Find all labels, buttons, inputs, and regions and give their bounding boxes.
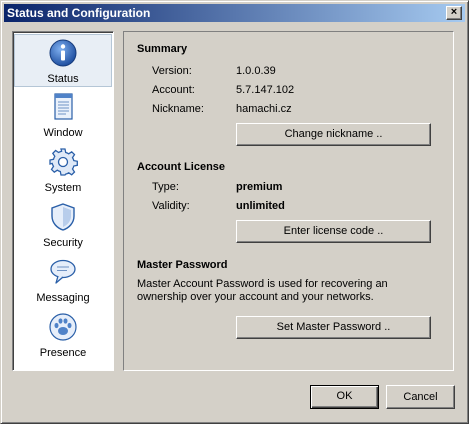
category-sidebar: Status Window System Security Messaging … <box>12 31 114 371</box>
close-button[interactable]: × <box>446 6 462 20</box>
nickname-label: Nickname: <box>152 103 204 115</box>
master-password-description: Master Account Password is used for reco… <box>137 278 388 303</box>
nickname-value: hamachi.cz <box>236 103 292 115</box>
change-nickname-button[interactable]: Change nickname .. <box>236 123 431 146</box>
sidebar-item-messaging[interactable]: Messaging <box>14 254 112 307</box>
account-label: Account: <box>152 84 195 96</box>
sidebar-item-presence[interactable]: Presence <box>14 309 112 362</box>
sidebar-item-label: System <box>44 182 82 194</box>
license-type-label: Type: <box>152 181 179 193</box>
status-configuration-dialog: Status and Configuration × Status Window… <box>0 0 469 424</box>
gear-icon <box>49 148 78 176</box>
cancel-button[interactable]: Cancel <box>386 385 455 409</box>
window-title: Status and Configuration <box>7 6 151 20</box>
info-icon <box>49 39 77 67</box>
version-label: Version: <box>152 65 192 77</box>
master-password-heading: Master Password <box>137 259 228 271</box>
ok-button[interactable]: OK <box>310 385 379 409</box>
status-panel: Summary Version: 1.0.0.39 Account: 5.7.1… <box>123 31 454 371</box>
license-validity-value: unlimited <box>236 200 285 212</box>
sidebar-item-status[interactable]: Status <box>14 34 112 87</box>
sidebar-item-label: Status <box>47 73 79 85</box>
set-master-password-button[interactable]: Set Master Password .. <box>236 316 431 339</box>
speech-bubble-icon <box>50 259 76 284</box>
account-value: 5.7.147.102 <box>236 84 295 96</box>
sidebar-item-label: Presence <box>39 347 87 359</box>
sidebar-item-security[interactable]: Security <box>14 199 112 252</box>
window-icon <box>54 93 73 120</box>
summary-heading: Summary <box>137 43 188 55</box>
paw-icon <box>49 313 77 341</box>
account-license-heading: Account License <box>137 161 226 173</box>
sidebar-item-label: Window <box>43 127 83 139</box>
sidebar-item-system[interactable]: System <box>14 144 112 197</box>
sidebar-item-window[interactable]: Window <box>14 89 112 142</box>
shield-icon <box>51 203 75 231</box>
license-type-value: premium <box>236 181 283 193</box>
close-icon: × <box>450 6 458 18</box>
enter-license-code-button[interactable]: Enter license code .. <box>236 220 431 243</box>
title-bar[interactable]: Status and Configuration × <box>4 4 465 22</box>
version-value: 1.0.0.39 <box>236 65 276 77</box>
sidebar-item-label: Messaging <box>36 292 90 304</box>
license-validity-label: Validity: <box>152 200 190 212</box>
sidebar-item-label: Security <box>43 237 83 249</box>
